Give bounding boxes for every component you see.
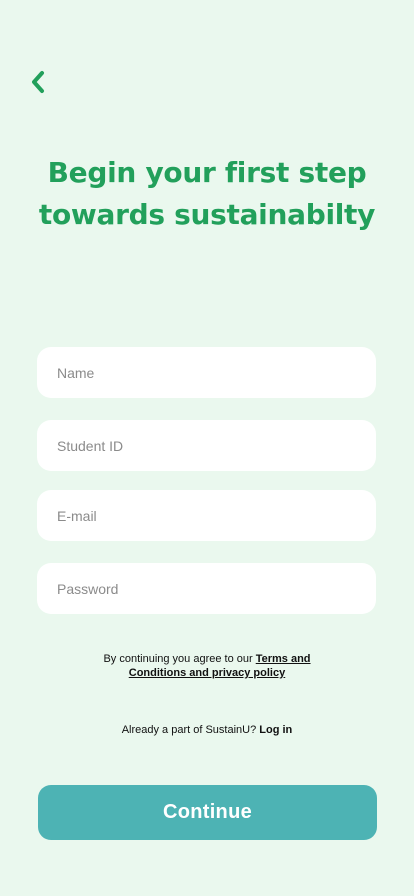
name-input[interactable] (37, 347, 376, 398)
email-input[interactable] (37, 490, 376, 541)
terms-link-line-2[interactable]: Conditions and privacy policy (129, 667, 285, 679)
chevron-left-icon (32, 71, 44, 93)
terms-notice: By continuing you agree to our Terms and… (0, 652, 414, 680)
login-link[interactable]: Log in (259, 724, 292, 736)
student-id-input[interactable] (37, 420, 376, 471)
password-input[interactable] (37, 563, 376, 614)
title-line-1: Begin your first step (47, 156, 367, 189)
terms-link-line-1[interactable]: Terms and (256, 653, 311, 665)
back-button[interactable] (22, 66, 54, 98)
continue-button[interactable]: Continue (38, 785, 377, 840)
terms-prefix: By continuing you agree to our (103, 653, 256, 665)
title-line-2: towards sustainabilty (38, 198, 376, 231)
login-prefix: Already a part of SustainU? (121, 724, 260, 736)
login-prompt: Already a part of SustainU? Log in (0, 723, 414, 737)
page-title: Begin your first step towards sustainabi… (0, 152, 414, 236)
